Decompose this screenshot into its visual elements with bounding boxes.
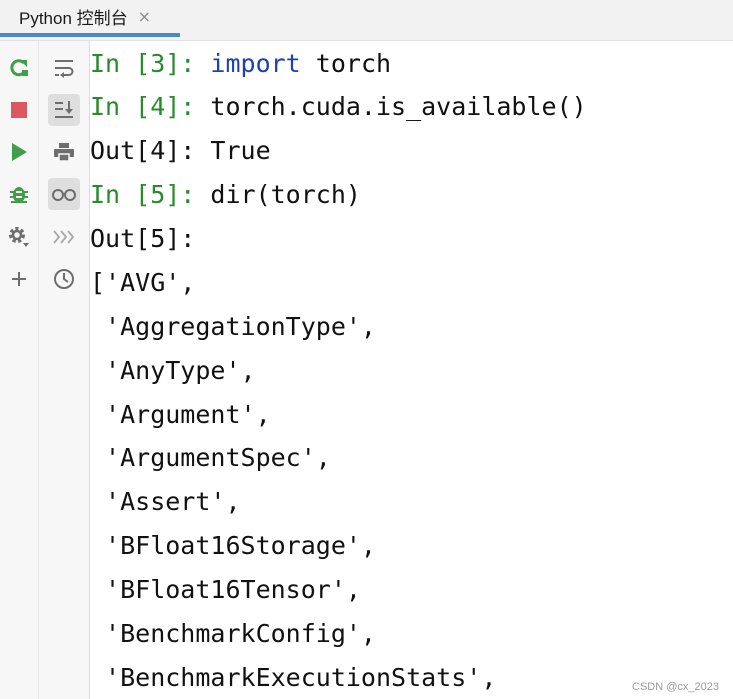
show-variables-icon[interactable] xyxy=(48,178,80,210)
output-line: 'Assert', xyxy=(90,487,241,516)
rerun-icon[interactable] xyxy=(3,52,35,84)
input-prompt: In [3]: xyxy=(90,49,196,78)
output-line: 'BFloat16Tensor', xyxy=(90,575,361,604)
code-keyword: import xyxy=(210,49,301,78)
scroll-to-end-icon[interactable] xyxy=(48,94,80,126)
settings-icon[interactable] xyxy=(3,221,35,253)
output-line: 'BenchmarkExecutionStats', xyxy=(90,663,497,692)
print-icon[interactable] xyxy=(48,136,80,168)
console-line-in4: In [4]: torch.cuda.is_available() xyxy=(90,87,587,127)
history-icon[interactable] xyxy=(48,263,80,295)
output-line: ['AVG', xyxy=(90,268,196,297)
watermark: CSDN @cx_2023 xyxy=(632,681,719,693)
output-line: 'AggregationType', xyxy=(90,312,376,341)
input-prompt: In [5]: xyxy=(90,180,196,209)
console-line-out4: Out[4]: True xyxy=(90,131,271,171)
output-line: 'AnyType', xyxy=(90,356,256,385)
code-text: dir(torch) xyxy=(195,180,361,209)
execute-command-icon[interactable] xyxy=(48,221,80,253)
output-prompt: Out[5]: xyxy=(90,224,196,253)
input-prompt: In [4]: xyxy=(90,92,196,121)
console-output[interactable]: In [3]: import torch In [4]: torch.cuda.… xyxy=(90,41,733,699)
code-text: torch.cuda.is_available() xyxy=(195,92,587,121)
output-value: True xyxy=(195,136,271,165)
console-line-in5: In [5]: dir(torch) xyxy=(90,175,361,215)
output-prompt: Out[4]: xyxy=(90,136,196,165)
console-line-in3: In [3]: import torch xyxy=(90,44,391,84)
tab-title: Python 控制台 xyxy=(19,9,128,28)
tab-bar: Python 控制台 × xyxy=(0,0,733,41)
output-line: 'Argument', xyxy=(90,400,271,429)
debug-icon[interactable] xyxy=(3,178,35,210)
add-icon[interactable] xyxy=(3,263,35,295)
output-line: 'ArgumentSpec', xyxy=(90,443,331,472)
soft-wrap-icon[interactable] xyxy=(48,52,80,84)
code-text: torch xyxy=(300,49,392,78)
output-line: 'BFloat16Storage', xyxy=(90,531,376,560)
tab-python-console[interactable]: Python 控制台 × xyxy=(0,0,180,37)
console-action-toolbar xyxy=(0,41,39,699)
stop-icon[interactable] xyxy=(3,94,35,126)
run-icon[interactable] xyxy=(3,136,35,168)
output-line: 'BenchmarkConfig', xyxy=(90,619,376,648)
console-line-out5: Out[5]: xyxy=(90,219,195,259)
console-view-toolbar xyxy=(39,41,90,699)
close-icon[interactable]: × xyxy=(138,8,151,25)
